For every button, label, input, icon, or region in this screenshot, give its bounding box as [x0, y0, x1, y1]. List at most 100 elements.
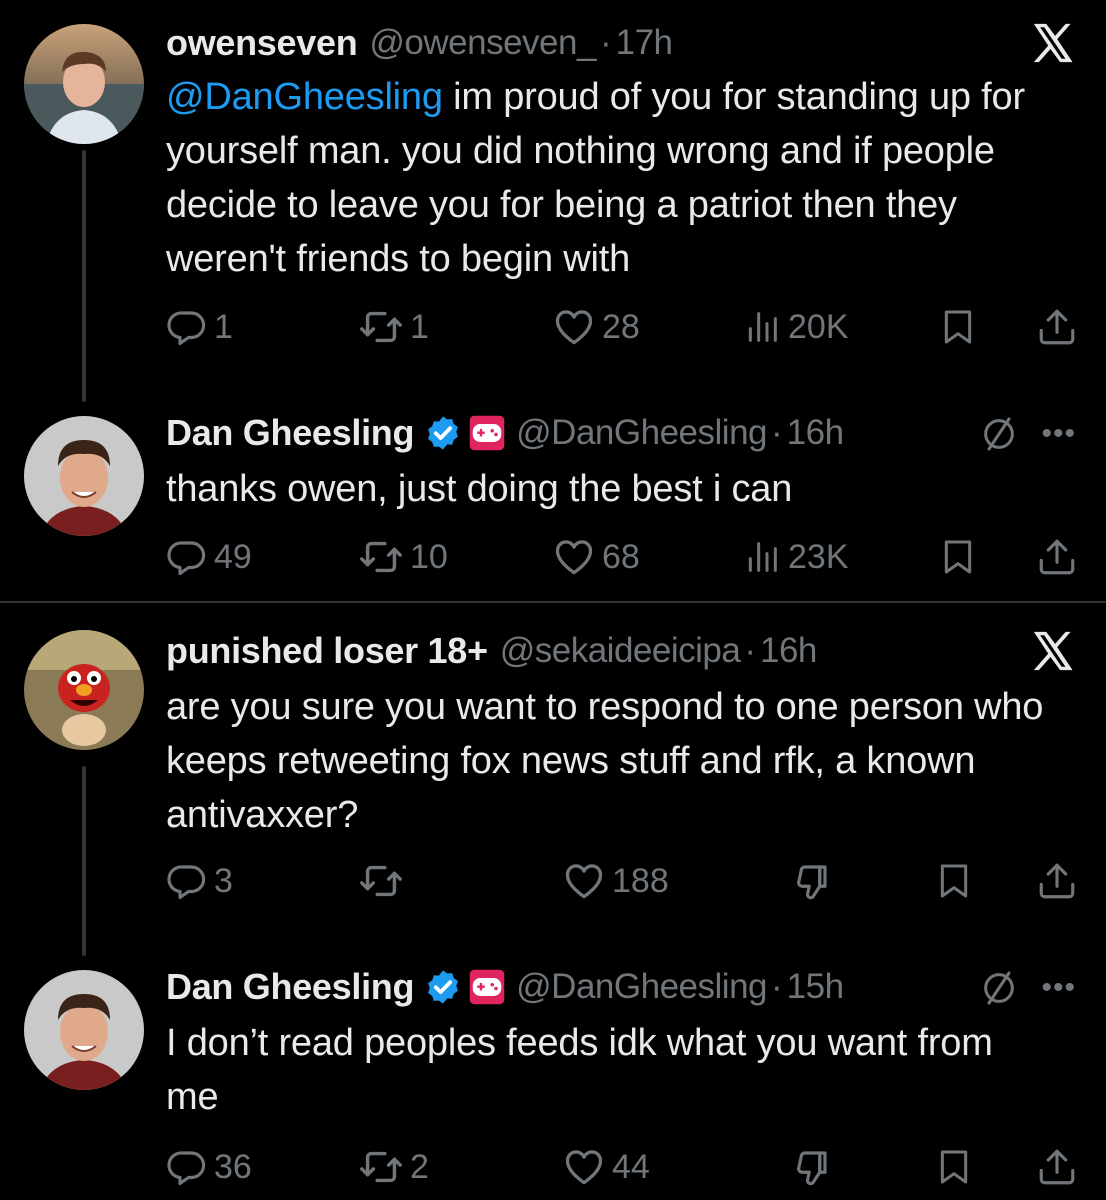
like-count: 44	[612, 1147, 650, 1186]
share-button[interactable]	[1036, 856, 1078, 906]
mute-icon[interactable]	[979, 968, 1019, 1008]
share-icon	[1036, 1146, 1078, 1188]
reply-count: 1	[214, 307, 233, 346]
user-handle[interactable]: @DanGheesling	[516, 967, 767, 1007]
display-name[interactable]: punished loser 18+	[166, 630, 488, 672]
bookmark-button[interactable]	[934, 856, 974, 906]
mention-link[interactable]: @DanGheesling	[166, 76, 443, 118]
bookmark-icon	[938, 307, 978, 347]
retweet-button[interactable]: 10	[358, 532, 448, 582]
reply-count: 36	[214, 1147, 252, 1186]
bookmark-icon	[934, 861, 974, 901]
like-icon	[562, 859, 606, 903]
action-bar: 3 188	[166, 856, 1078, 906]
like-count: 188	[612, 861, 669, 900]
views-button[interactable]: 20K	[742, 302, 849, 352]
like-button[interactable]: 68	[552, 532, 640, 582]
retweet-count: 2	[410, 1147, 429, 1186]
display-name[interactable]: Dan Gheesling	[166, 966, 414, 1008]
thread-line	[82, 766, 86, 956]
retweet-icon	[358, 1144, 404, 1190]
x-logo-icon	[1028, 628, 1078, 674]
thread-line	[82, 150, 86, 402]
share-button[interactable]	[1036, 1142, 1078, 1192]
retweet-button[interactable]: 1	[358, 302, 429, 352]
timestamp[interactable]: 17h	[616, 23, 673, 63]
verified-badge-icon	[424, 414, 462, 452]
tweet-header: Dan Gheesling @DanGheesling · 15h	[166, 964, 1076, 1010]
share-button[interactable]	[1036, 532, 1078, 582]
more-icon[interactable]: •••	[1041, 971, 1076, 1005]
downvote-button[interactable]	[790, 1142, 832, 1192]
bookmark-icon	[938, 537, 978, 577]
reply-button[interactable]: 1	[166, 302, 233, 352]
downvote-button[interactable]	[790, 856, 832, 906]
reply-icon	[166, 306, 208, 348]
downvote-icon	[790, 1146, 832, 1188]
user-handle[interactable]: @DanGheesling	[516, 413, 767, 453]
x-logo-icon	[1028, 20, 1078, 66]
timestamp[interactable]: 16h	[760, 631, 817, 671]
reply-button[interactable]: 36	[166, 1142, 252, 1192]
reply-icon	[166, 860, 208, 902]
like-count: 28	[602, 307, 640, 346]
tweet-header: Dan Gheesling @DanGheesling · 16h	[166, 410, 1076, 456]
avatar[interactable]	[24, 630, 144, 750]
view-count: 20K	[788, 307, 849, 346]
retweet-icon	[358, 858, 404, 904]
bookmark-icon	[934, 1147, 974, 1187]
like-icon	[562, 1145, 606, 1189]
like-icon	[552, 305, 596, 349]
retweet-button[interactable]	[358, 856, 410, 906]
retweet-button[interactable]: 2	[358, 1142, 429, 1192]
user-handle[interactable]: @owenseven_	[369, 23, 596, 63]
reply-count: 49	[214, 537, 252, 576]
game-controller-badge-icon	[468, 969, 506, 1005]
mute-icon[interactable]	[979, 414, 1019, 454]
reply-count: 3	[214, 861, 233, 900]
avatar[interactable]	[24, 970, 144, 1090]
screenshot-divider	[0, 601, 1106, 603]
view-count: 23K	[788, 537, 849, 576]
views-button[interactable]: 23K	[742, 532, 849, 582]
share-button[interactable]	[1036, 302, 1078, 352]
like-icon	[552, 535, 596, 579]
bookmark-button[interactable]	[934, 1142, 974, 1192]
tweet-header: punished loser 18+ @sekaideeicipa · 16h	[166, 628, 1076, 674]
avatar[interactable]	[24, 416, 144, 536]
reply-button[interactable]: 49	[166, 532, 252, 582]
retweet-count: 1	[410, 307, 429, 346]
verified-badge-icon	[424, 968, 462, 1006]
more-icon[interactable]: •••	[1041, 417, 1076, 451]
views-icon	[742, 537, 782, 577]
like-button[interactable]: 188	[562, 856, 669, 906]
action-bar: 36 2 44	[166, 1142, 1078, 1192]
separator-dot: ·	[599, 23, 612, 62]
tweet-text: I don’t read peoples feeds idk what you …	[166, 1022, 993, 1118]
reply-icon	[166, 536, 208, 578]
game-controller-badge-icon	[468, 415, 506, 451]
retweet-icon	[358, 304, 404, 350]
bookmark-button[interactable]	[938, 532, 978, 582]
display-name[interactable]: Dan Gheesling	[166, 412, 414, 454]
like-button[interactable]: 28	[552, 302, 640, 352]
action-bar: 49 10 68 23K	[166, 532, 1078, 582]
user-handle[interactable]: @sekaideeicipa	[500, 631, 741, 671]
share-icon	[1036, 306, 1078, 348]
tweet-text: are you sure you want to respond to one …	[166, 686, 1044, 836]
display-name[interactable]: owenseven	[166, 22, 358, 64]
share-icon	[1036, 536, 1078, 578]
tweet-text: thanks owen, just doing the best i can	[166, 468, 793, 510]
avatar[interactable]	[24, 24, 144, 144]
like-button[interactable]: 44	[562, 1142, 650, 1192]
bookmark-button[interactable]	[938, 302, 978, 352]
views-icon	[742, 307, 782, 347]
separator-dot: ·	[771, 413, 783, 452]
action-bar: 1 1 28 20K	[166, 302, 1078, 352]
timestamp[interactable]: 15h	[787, 967, 844, 1007]
like-count: 68	[602, 537, 640, 576]
tweet-header: owenseven @owenseven_ · 17h	[166, 20, 1076, 66]
timestamp[interactable]: 16h	[787, 413, 844, 453]
share-icon	[1036, 860, 1078, 902]
reply-button[interactable]: 3	[166, 856, 233, 906]
